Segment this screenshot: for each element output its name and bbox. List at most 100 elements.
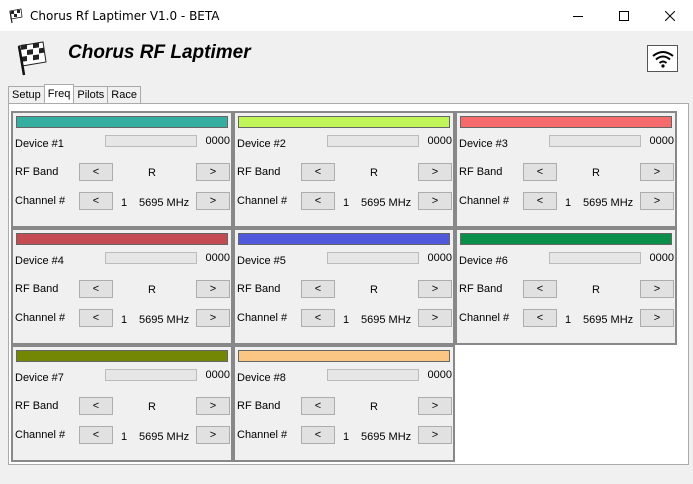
device-rssi-value: 0000 bbox=[649, 135, 674, 147]
channel-value: 1 bbox=[343, 431, 350, 443]
rf-band-label: RF Band bbox=[237, 166, 281, 178]
rf-band-next-button[interactable]: > bbox=[640, 163, 674, 181]
channel-next-button[interactable]: > bbox=[418, 192, 452, 210]
app-title: Chorus RF Laptimer bbox=[68, 42, 251, 63]
tab-bar: Setup Freq Pilots Race bbox=[8, 84, 141, 103]
close-icon bbox=[665, 10, 675, 21]
wifi-icon bbox=[651, 50, 674, 68]
frequency-value: 5695 MHz bbox=[139, 431, 190, 443]
channel-next-button[interactable]: > bbox=[640, 309, 674, 327]
maximize-icon bbox=[619, 10, 629, 21]
device-color-bar[interactable] bbox=[238, 233, 450, 245]
channel-label: Channel # bbox=[459, 195, 510, 207]
rf-band-value: R bbox=[592, 167, 600, 179]
channel-prev-button[interactable]: < bbox=[523, 192, 557, 210]
maximize-button[interactable] bbox=[601, 0, 647, 31]
rf-band-next-button[interactable]: > bbox=[418, 163, 452, 181]
rf-band-value: R bbox=[370, 401, 378, 413]
channel-next-button[interactable]: > bbox=[640, 192, 674, 210]
rf-band-next-button[interactable]: > bbox=[196, 163, 230, 181]
rf-band-prev-button[interactable]: < bbox=[523, 163, 557, 181]
rf-band-next-button[interactable]: > bbox=[418, 280, 452, 298]
rf-band-next-button[interactable]: > bbox=[640, 280, 674, 298]
device-label: Device #4 bbox=[15, 255, 64, 267]
device-label: Device #8 bbox=[237, 372, 286, 384]
minimize-button[interactable] bbox=[555, 0, 601, 31]
rf-band-value: R bbox=[148, 167, 156, 179]
rf-band-value: R bbox=[592, 284, 600, 296]
tab-setup[interactable]: Setup bbox=[8, 86, 45, 103]
tab-freq[interactable]: Freq bbox=[43, 84, 75, 103]
channel-label: Channel # bbox=[15, 312, 66, 324]
rf-band-label: RF Band bbox=[459, 166, 503, 178]
channel-prev-button[interactable]: < bbox=[301, 192, 335, 210]
frequency-value: 5695 MHz bbox=[583, 197, 634, 209]
rf-band-next-button[interactable]: > bbox=[196, 280, 230, 298]
channel-label: Channel # bbox=[237, 312, 288, 324]
channel-prev-button[interactable]: < bbox=[79, 309, 113, 327]
device-color-bar[interactable] bbox=[16, 350, 228, 362]
channel-value: 1 bbox=[565, 197, 572, 209]
window-title: Chorus Rf Laptimer V1.0 - BETA bbox=[30, 9, 220, 23]
channel-label: Channel # bbox=[237, 429, 288, 441]
device-color-bar[interactable] bbox=[16, 233, 228, 245]
device-signal-bar bbox=[549, 135, 641, 147]
channel-next-button[interactable]: > bbox=[196, 309, 230, 327]
tab-pilots[interactable]: Pilots bbox=[73, 86, 109, 103]
rf-band-next-button[interactable]: > bbox=[418, 397, 452, 415]
frequency-value: 5695 MHz bbox=[139, 197, 190, 209]
freq-tab-content: Device #1 0000 RF Band < R > Channel # <… bbox=[8, 103, 689, 465]
device-color-bar[interactable] bbox=[460, 233, 672, 245]
device-panel-3: Device #3 0000 RF Band < R > Channel # <… bbox=[455, 111, 677, 228]
device-panel-4: Device #4 0000 RF Band < R > Channel # <… bbox=[11, 228, 233, 345]
device-signal-bar bbox=[105, 252, 197, 264]
rf-band-label: RF Band bbox=[459, 283, 503, 295]
device-color-bar[interactable] bbox=[16, 116, 228, 128]
rf-band-prev-button[interactable]: < bbox=[523, 280, 557, 298]
rf-band-prev-button[interactable]: < bbox=[79, 397, 113, 415]
close-button[interactable] bbox=[647, 0, 693, 31]
connection-button[interactable] bbox=[647, 45, 678, 72]
device-color-bar[interactable] bbox=[238, 116, 450, 128]
rf-band-prev-button[interactable]: < bbox=[301, 397, 335, 415]
device-signal-bar bbox=[327, 369, 419, 381]
rf-band-prev-button[interactable]: < bbox=[301, 280, 335, 298]
channel-next-button[interactable]: > bbox=[418, 426, 452, 444]
rf-band-label: RF Band bbox=[15, 166, 59, 178]
channel-next-button[interactable]: > bbox=[196, 426, 230, 444]
device-signal-bar bbox=[105, 369, 197, 381]
checkered-flag-icon bbox=[9, 8, 23, 24]
frequency-value: 5695 MHz bbox=[361, 197, 412, 209]
channel-next-button[interactable]: > bbox=[418, 309, 452, 327]
rf-band-value: R bbox=[370, 167, 378, 179]
channel-label: Channel # bbox=[15, 429, 66, 441]
rf-band-prev-button[interactable]: < bbox=[79, 280, 113, 298]
channel-value: 1 bbox=[565, 314, 572, 326]
device-panel-1: Device #1 0000 RF Band < R > Channel # <… bbox=[11, 111, 233, 228]
rf-band-prev-button[interactable]: < bbox=[301, 163, 335, 181]
frequency-value: 5695 MHz bbox=[583, 314, 634, 326]
channel-prev-button[interactable]: < bbox=[301, 309, 335, 327]
rf-band-label: RF Band bbox=[15, 283, 59, 295]
channel-value: 1 bbox=[121, 314, 128, 326]
channel-prev-button[interactable]: < bbox=[523, 309, 557, 327]
rf-band-next-button[interactable]: > bbox=[196, 397, 230, 415]
device-panel-5: Device #5 0000 RF Band < R > Channel # <… bbox=[233, 228, 455, 345]
channel-next-button[interactable]: > bbox=[196, 192, 230, 210]
channel-prev-button[interactable]: < bbox=[79, 426, 113, 444]
title-bar: Chorus Rf Laptimer V1.0 - BETA bbox=[0, 0, 693, 31]
device-rssi-value: 0000 bbox=[205, 252, 230, 264]
device-signal-bar bbox=[327, 135, 419, 147]
device-rssi-value: 0000 bbox=[205, 135, 230, 147]
channel-prev-button[interactable]: < bbox=[301, 426, 335, 444]
rf-band-value: R bbox=[148, 284, 156, 296]
device-color-bar[interactable] bbox=[238, 350, 450, 362]
device-signal-bar bbox=[105, 135, 197, 147]
device-rssi-value: 0000 bbox=[649, 252, 674, 264]
device-color-bar[interactable] bbox=[460, 116, 672, 128]
rf-band-prev-button[interactable]: < bbox=[79, 163, 113, 181]
channel-label: Channel # bbox=[237, 195, 288, 207]
tab-race[interactable]: Race bbox=[107, 86, 141, 103]
channel-prev-button[interactable]: < bbox=[79, 192, 113, 210]
device-label: Device #3 bbox=[459, 138, 508, 150]
